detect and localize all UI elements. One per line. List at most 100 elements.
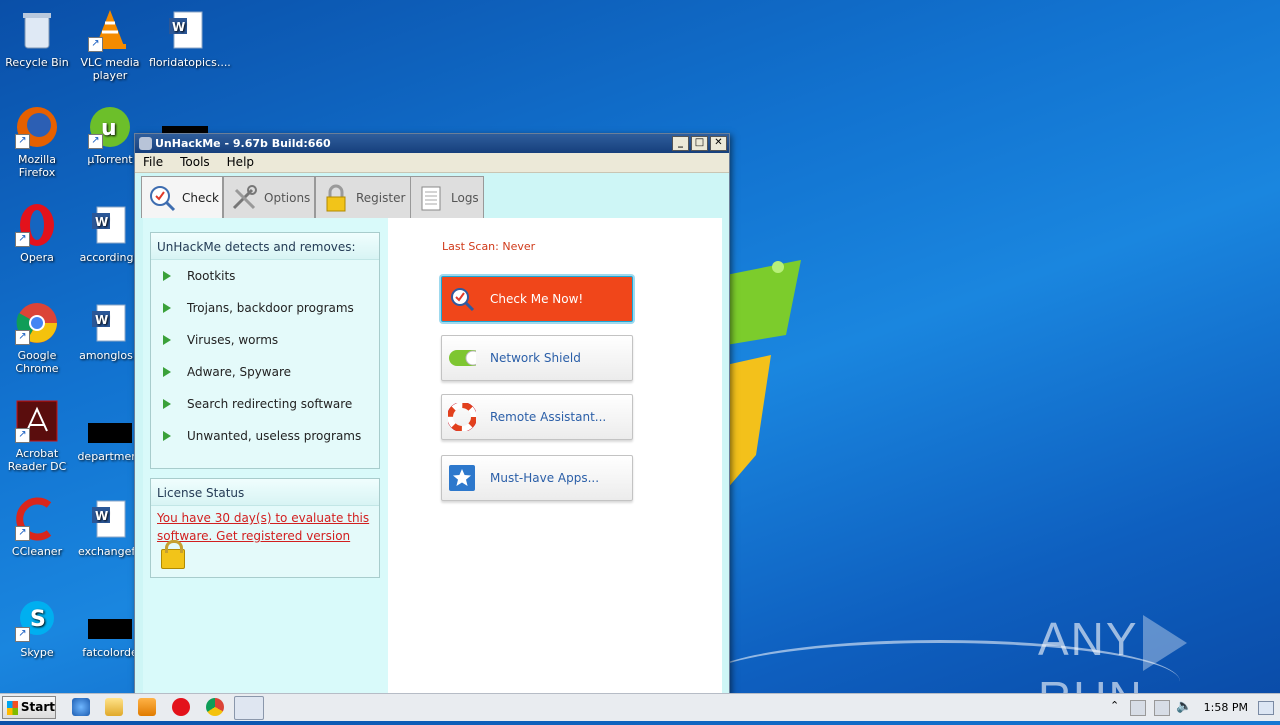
tab-bar: Check Options Register Logs <box>135 173 729 219</box>
menu-file[interactable]: File <box>135 153 172 172</box>
tab-label: Check <box>182 191 219 205</box>
desktop-icon-label: accordingb <box>79 251 141 264</box>
acrobat-icon: ↗ <box>15 399 59 443</box>
feature-label: Search redirecting software <box>187 397 353 411</box>
taskbar: Start ⌃ 🔈 1:58 PM <box>0 693 1280 721</box>
network-shield-button[interactable]: Network Shield <box>441 335 633 381</box>
bullet-arrow-icon <box>163 335 171 345</box>
internet-explorer-icon[interactable] <box>72 698 90 716</box>
desktop-icon-label: Mozilla Firefox <box>18 153 56 179</box>
star-icon <box>448 464 476 492</box>
svg-text:S: S <box>30 607 46 632</box>
ccleaner-icon: ↗ <box>15 497 59 541</box>
feature-label: Trojans, backdoor programs <box>187 301 354 315</box>
close-button[interactable]: ✕ <box>710 136 727 151</box>
shortcut-arrow-icon: ↗ <box>88 134 103 149</box>
opera-icon[interactable] <box>172 698 190 716</box>
shortcut-arrow-icon: ↗ <box>15 526 30 541</box>
last-scan-status: Last Scan: Never <box>442 240 536 253</box>
unhackme-window: UnHackMe - 9.67b Build:660 _ □ ✕ File To… <box>134 133 730 695</box>
feature-item: Unwanted, useless programs <box>151 420 379 452</box>
start-button[interactable]: Start <box>2 696 56 719</box>
feature-item: Rootkits <box>151 260 379 292</box>
detects-panel: UnHackMe detects and removes: Rootkits T… <box>150 232 380 469</box>
tab-logs[interactable]: Logs <box>410 176 484 219</box>
bullet-arrow-icon <box>163 271 171 281</box>
register-link[interactable]: You have 30 day(s) to evaluate this soft… <box>151 506 379 545</box>
tab-register[interactable]: Register <box>315 176 411 219</box>
start-label: Start <box>20 700 55 714</box>
magnifier-check-icon <box>148 183 176 213</box>
word-document-icon: W <box>88 497 132 541</box>
minimize-button[interactable]: _ <box>672 136 689 151</box>
magnifier-check-icon <box>448 285 476 313</box>
media-player-icon[interactable] <box>138 698 156 716</box>
unhackme-taskbar-button[interactable] <box>234 696 264 720</box>
desktop-icon-skype[interactable]: S ↗ Skype <box>0 598 74 659</box>
feature-item: Search redirecting software <box>151 388 379 420</box>
show-desktop-button[interactable] <box>1258 701 1274 715</box>
tab-options[interactable]: Options <box>223 176 315 219</box>
title-bar[interactable]: UnHackMe - 9.67b Build:660 _ □ ✕ <box>135 134 729 153</box>
menu-help[interactable]: Help <box>219 153 263 172</box>
check-me-now-button[interactable]: Check Me Now! <box>441 276 633 322</box>
feature-label: Rootkits <box>187 269 236 283</box>
license-text-line: software. Get registered version <box>157 529 351 543</box>
tools-icon <box>230 183 258 213</box>
desktop-icon-label: CCleaner <box>11 545 63 558</box>
chrome-icon: ↗ <box>15 301 59 345</box>
must-have-apps-button[interactable]: Must-Have Apps... <box>441 455 633 501</box>
bullet-arrow-icon <box>163 303 171 313</box>
desktop-icon-label: exchangefo <box>78 545 142 558</box>
action-center-flag-icon[interactable] <box>1130 700 1146 716</box>
firefox-icon: ↗ <box>15 105 59 149</box>
bullet-arrow-icon <box>163 399 171 409</box>
license-panel: License Status You have 30 day(s) to eva… <box>150 478 380 578</box>
opera-icon: ↗ <box>15 203 59 247</box>
shortcut-arrow-icon: ↗ <box>88 37 103 52</box>
log-list-icon <box>417 183 445 213</box>
desktop-icon-label: fatcolorde <box>82 646 138 659</box>
desktop-icon-chrome[interactable]: ↗ Google Chrome <box>0 301 74 375</box>
word-document-icon: W <box>165 8 209 52</box>
network-icon[interactable] <box>1154 700 1170 716</box>
tab-check[interactable]: Check <box>141 176 223 219</box>
redacted-thumbnail <box>88 619 132 639</box>
window-title: UnHackMe - 9.67b Build:660 <box>155 137 331 150</box>
chrome-icon[interactable] <box>206 698 224 716</box>
shortcut-arrow-icon: ↗ <box>15 428 30 443</box>
desktop-icon-vlc[interactable]: ↗ VLC media player <box>73 8 147 82</box>
license-text-line: You have 30 day(s) to evaluate this <box>157 511 370 525</box>
remote-assistant-button[interactable]: Remote Assistant... <box>441 394 633 440</box>
desktop-icon-ccleaner[interactable]: ↗ CCleaner <box>0 497 74 558</box>
svg-text:W: W <box>95 215 108 229</box>
windows-flag-icon <box>7 700 18 715</box>
lifebuoy-icon <box>448 403 476 431</box>
desktop-icon-label: Google Chrome <box>15 349 59 375</box>
tab-label: Register <box>356 190 406 205</box>
feature-item: Trojans, backdoor programs <box>151 292 379 324</box>
desktop-icon-word-doc[interactable]: W floridatopics.... <box>149 8 231 69</box>
svg-text:W: W <box>95 509 108 523</box>
menu-tools[interactable]: Tools <box>172 153 219 172</box>
desktop-icon-acrobat[interactable]: ↗ Acrobat Reader DC <box>0 399 74 473</box>
show-hidden-icons-chevron-icon[interactable]: ⌃ <box>1110 699 1119 712</box>
svg-text:u: u <box>101 116 117 141</box>
feature-label: Adware, Spyware <box>187 365 292 379</box>
desktop-icon-opera[interactable]: ↗ Opera <box>0 203 74 264</box>
clock[interactable]: 1:58 PM <box>1204 701 1248 714</box>
maximize-button[interactable]: □ <box>691 136 708 151</box>
desktop-icon-recycle-bin[interactable]: Recycle Bin <box>0 8 74 69</box>
shortcut-arrow-icon: ↗ <box>15 232 30 247</box>
desktop-icon-label: VLC media player <box>80 56 140 82</box>
button-label: Network Shield <box>490 351 581 365</box>
feature-item: Adware, Spyware <box>151 356 379 388</box>
desktop-icon-label: µTorrent <box>87 153 133 166</box>
actions-pane: Last Scan: Never Check Me Now! Network S… <box>388 218 722 694</box>
utorrent-icon: u ↗ <box>88 105 132 149</box>
volume-icon[interactable]: 🔈 <box>1176 699 1192 714</box>
app-icon <box>139 137 152 150</box>
folder-icon[interactable] <box>105 698 123 716</box>
desktop-icon-firefox[interactable]: ↗ Mozilla Firefox <box>0 105 74 179</box>
feature-label: Viruses, worms <box>187 333 279 347</box>
